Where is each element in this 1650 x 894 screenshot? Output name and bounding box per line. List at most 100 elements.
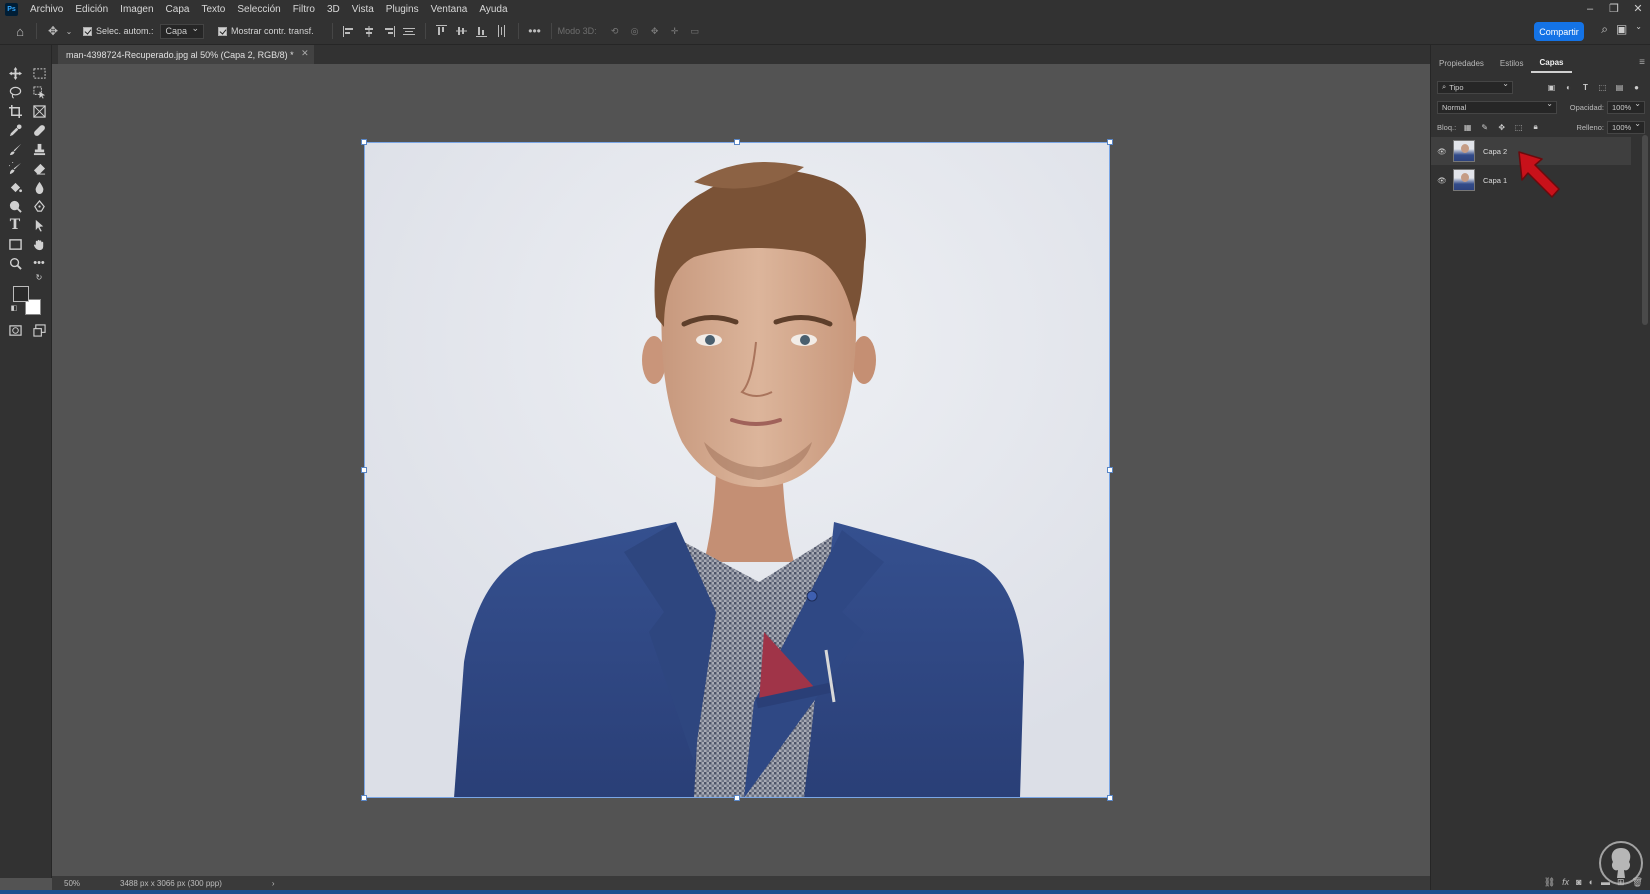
roll-3d-icon[interactable]: ◎ [627,22,643,40]
close-tab-icon[interactable]: ✕ [301,48,309,59]
menu-seleccion[interactable]: Selección [231,4,286,15]
menu-vista[interactable]: Vista [346,4,380,15]
transform-handle-bottom-right[interactable] [1107,795,1113,801]
lock-artboard-icon[interactable]: ⬚ [1513,122,1524,133]
align-middle-icon[interactable] [454,22,470,40]
move-tool-preset-icon[interactable]: ✥ [45,22,61,40]
distribute-horizontal-icon[interactable] [401,22,417,40]
close-window-icon[interactable]: ✕ [1626,0,1650,18]
menu-edicion[interactable]: Edición [69,4,114,15]
object-selection-tool-icon[interactable] [30,83,48,101]
screen-mode-icon[interactable] [30,321,48,339]
transform-handle-right[interactable] [1107,467,1113,473]
lock-position-icon[interactable]: ✥ [1496,122,1507,133]
menu-capa[interactable]: Capa [160,4,196,15]
menu-texto[interactable]: Texto [195,4,231,15]
filter-toggle-icon[interactable]: ● [1631,82,1642,93]
tab-estilos[interactable]: Estilos [1492,53,1532,73]
auto-select-checkbox[interactable] [83,26,92,36]
menu-3d[interactable]: 3D [321,4,346,15]
eraser-tool-icon[interactable] [30,159,48,177]
show-transform-checkbox[interactable] [218,26,228,36]
chevron-down-icon[interactable]: ⌄ [1635,22,1642,37]
panel-menu-icon[interactable]: ≡ [1639,57,1645,68]
menu-ayuda[interactable]: Ayuda [473,4,513,15]
blur-tool-icon[interactable] [30,178,48,196]
menu-filtro[interactable]: Filtro [287,4,321,15]
lock-all-icon[interactable]: 🔒︎ [1530,122,1541,133]
layer-name[interactable]: Capa 1 [1483,176,1507,185]
workspace-icon[interactable]: ▣ [1616,22,1627,37]
document-tab[interactable]: man-4398724-Recuperado.jpg al 50% (Capa … [58,45,314,64]
panel-scrollbar[interactable] [1642,135,1648,325]
move-tool-icon[interactable] [6,64,24,82]
home-icon[interactable]: ⌂ [12,22,28,40]
status-expand-icon[interactable]: › [272,879,275,888]
fill-field[interactable]: 100% [1607,119,1645,134]
transform-handle-left[interactable] [361,467,367,473]
orbit-3d-icon[interactable]: ⟲ [607,22,623,40]
brush-tool-icon[interactable] [6,140,24,158]
zoom-level[interactable]: 50% [64,879,80,888]
zoom-tool-icon[interactable] [6,254,24,272]
camera-3d-icon[interactable]: ▭ [687,22,703,40]
opacity-field[interactable]: 100% [1607,99,1645,114]
crop-tool-icon[interactable] [6,102,24,120]
align-left-icon[interactable] [341,22,357,40]
canvas-area[interactable] [52,64,1430,876]
menu-ventana[interactable]: Ventana [425,4,474,15]
pan-3d-icon[interactable]: ✥ [647,22,663,40]
tab-propiedades[interactable]: Propiedades [1431,53,1492,73]
layer-filter-dropdown[interactable]: ⌕ Tipo [1437,79,1513,94]
dodge-tool-icon[interactable] [6,197,24,215]
transform-handle-bottom[interactable] [734,795,740,801]
hand-tool-icon[interactable] [30,235,48,253]
distribute-vertical-icon[interactable] [494,22,510,40]
menu-plugins[interactable]: Plugins [380,4,425,15]
align-right-icon[interactable] [381,22,397,40]
transform-handle-top-right[interactable] [1107,139,1113,145]
clone-stamp-tool-icon[interactable] [30,140,48,158]
paint-bucket-tool-icon[interactable] [6,178,24,196]
swap-colors-icon[interactable]: ↻ [34,272,44,282]
healing-brush-tool-icon[interactable] [30,121,48,139]
lock-transparency-icon[interactable]: ▦ [1462,122,1473,133]
filter-shape-icon[interactable]: ⬚ [1597,82,1608,93]
filter-adjustment-icon[interactable]: ◐ [1563,82,1574,93]
history-brush-tool-icon[interactable] [6,159,24,177]
align-bottom-icon[interactable] [474,22,490,40]
auto-select-dropdown[interactable]: Capa [159,23,205,39]
align-center-icon[interactable] [361,22,377,40]
more-options-icon[interactable]: ••• [527,22,543,40]
type-tool-icon[interactable]: T [6,216,24,234]
menu-archivo[interactable]: Archivo [24,4,69,15]
eyedropper-tool-icon[interactable] [6,121,24,139]
align-top-icon[interactable] [434,22,450,40]
lasso-tool-icon[interactable] [6,83,24,101]
link-layers-icon[interactable]: ⛓︎ [1544,877,1555,888]
add-mask-icon[interactable]: ◙ [1576,877,1581,887]
quick-mask-icon[interactable] [6,321,24,339]
marquee-tool-icon[interactable] [30,64,48,82]
minimize-icon[interactable]: – [1578,0,1602,18]
pen-tool-icon[interactable] [30,197,48,215]
default-colors-icon[interactable]: ◧ [9,303,19,313]
document-image[interactable] [364,142,1110,798]
visibility-eye-icon[interactable]: 👁︎ [1431,176,1453,185]
visibility-eye-icon[interactable]: 👁︎ [1431,147,1453,156]
filter-type-icon[interactable]: T [1580,82,1591,93]
filter-smart-object-icon[interactable]: ▤ [1614,82,1625,93]
filter-pixel-icon[interactable]: ▣ [1546,82,1557,93]
tab-capas[interactable]: Capas [1531,53,1572,73]
transform-handle-top-left[interactable] [361,139,367,145]
rectangle-tool-icon[interactable] [6,235,24,253]
slide-3d-icon[interactable]: ✛ [667,22,683,40]
lock-paint-icon[interactable]: ✎ [1479,122,1490,133]
edit-toolbar-icon[interactable]: ••• [30,254,48,272]
layer-style-fx-icon[interactable]: fx [1562,877,1569,887]
chevron-down-icon[interactable]: ⌄ [65,22,73,40]
frame-tool-icon[interactable] [30,102,48,120]
adjustment-layer-icon[interactable]: ◐ [1589,877,1594,887]
transform-handle-top[interactable] [734,139,740,145]
restore-icon[interactable]: ❐ [1602,0,1626,18]
